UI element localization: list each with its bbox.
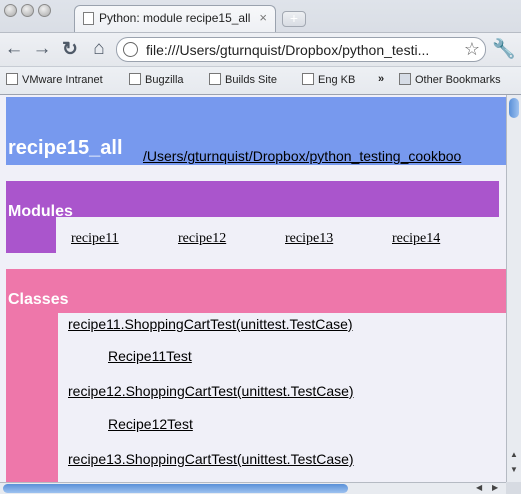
- bookmark-eng-kb[interactable]: Eng KB: [302, 73, 355, 86]
- bookmark-vmware-intranet[interactable]: VMware Intranet: [6, 73, 103, 86]
- close-tab-icon[interactable]: ×: [259, 10, 267, 25]
- resize-corner[interactable]: [506, 482, 521, 494]
- forward-icon[interactable]: →: [31, 38, 53, 60]
- address-bar[interactable]: file:///Users/gturnquist/Dropbox/python_…: [116, 37, 486, 62]
- module-heading-band: recipe15_all /Users/gturnquist/Dropbox/p…: [6, 97, 506, 165]
- scroll-left-arrow-icon[interactable]: ◀: [476, 483, 482, 492]
- tab-recipe15-all[interactable]: Python: module recipe15_all ×: [74, 5, 276, 32]
- module-link-recipe12[interactable]: recipe12: [178, 231, 226, 247]
- close-window-button[interactable]: [4, 4, 17, 17]
- eng-kb-icon: [302, 73, 314, 85]
- modules-section-header: Modules: [6, 181, 499, 220]
- wrench-icon[interactable]: 🔧: [492, 37, 516, 61]
- folder-icon: [399, 73, 411, 85]
- module-link-recipe11[interactable]: recipe11: [71, 231, 119, 247]
- scroll-right-arrow-icon[interactable]: ▶: [492, 483, 498, 492]
- source-path-link[interactable]: /Users/gturnquist/Dropbox/python_testing…: [143, 148, 461, 164]
- new-tab-button[interactable]: +: [282, 11, 306, 27]
- url-text[interactable]: file:///Users/gturnquist/Dropbox/python_…: [146, 42, 429, 58]
- class-link-recipe12test[interactable]: Recipe12Test: [108, 416, 193, 432]
- other-bookmarks-folder[interactable]: Other Bookmarks: [399, 73, 501, 86]
- scroll-down-arrow-icon[interactable]: ▼: [510, 465, 518, 474]
- reload-icon[interactable]: ↻: [59, 38, 81, 61]
- page-icon: [83, 12, 94, 25]
- back-icon[interactable]: ←: [3, 38, 25, 60]
- scroll-up-arrow-icon[interactable]: ▲: [510, 450, 518, 459]
- class-link-recipe12-shoppingcarttest[interactable]: recipe12.ShoppingCartTest(unittest.TestC…: [68, 383, 354, 399]
- classes-heading: Classes: [8, 291, 69, 308]
- star-icon[interactable]: ☆: [464, 39, 480, 60]
- window-controls: [4, 4, 51, 17]
- minimize-window-button[interactable]: [21, 4, 34, 17]
- class-link-recipe11test[interactable]: Recipe11Test: [108, 348, 192, 364]
- bookmark-builds-site[interactable]: Builds Site: [209, 73, 277, 86]
- class-link-recipe11-shoppingcarttest[interactable]: recipe11.ShoppingCartTest(unittest.TestC…: [68, 316, 353, 332]
- bookmark-bugzilla[interactable]: Bugzilla: [129, 73, 184, 86]
- bookmarks-bar: VMware Intranet Bugzilla Builds Site Eng…: [0, 66, 521, 95]
- bookmark-page-icon: [6, 73, 18, 85]
- module-link-recipe14[interactable]: recipe14: [392, 231, 440, 247]
- vertical-scrollbar[interactable]: ▲ ▼: [506, 95, 521, 482]
- browser-chrome: Python: module recipe15_all × + ← → ↻ ⌂ …: [0, 0, 521, 95]
- class-link-recipe13-shoppingcarttest[interactable]: recipe13.ShoppingCartTest(unittest.TestC…: [68, 451, 354, 467]
- page-content: recipe15_all /Users/gturnquist/Dropbox/p…: [0, 95, 506, 482]
- module-link-recipe13[interactable]: recipe13: [285, 231, 333, 247]
- horizontal-scrollbar[interactable]: ◀ ▶: [0, 482, 506, 494]
- home-icon[interactable]: ⌂: [88, 38, 110, 60]
- toolbar: ← → ↻ ⌂ file:///Users/gturnquist/Dropbox…: [0, 32, 521, 67]
- modules-side-bar: [6, 217, 56, 253]
- globe-icon: [123, 42, 138, 57]
- vertical-scroll-thumb[interactable]: [509, 98, 519, 118]
- classes-side-bar: [6, 313, 58, 482]
- bugzilla-icon: [129, 73, 141, 85]
- horizontal-scroll-thumb[interactable]: [3, 484, 348, 493]
- page-title: recipe15_all: [8, 137, 123, 159]
- classes-section-header: Classes: [6, 269, 506, 313]
- bookmarks-overflow-button[interactable]: »: [378, 73, 384, 85]
- builds-icon: [209, 73, 221, 85]
- zoom-window-button[interactable]: [38, 4, 51, 17]
- tab-title: Python: module recipe15_all: [99, 11, 251, 25]
